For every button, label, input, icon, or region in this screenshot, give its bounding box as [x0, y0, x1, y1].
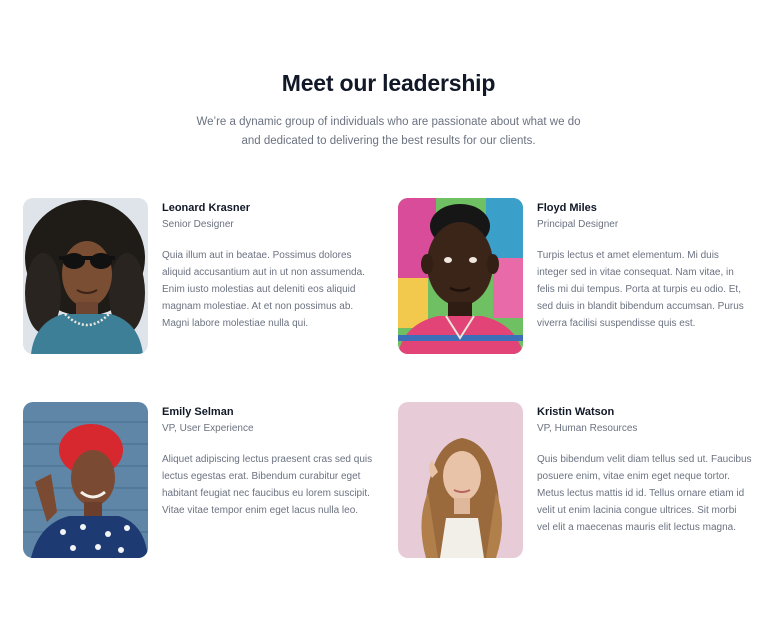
team-member-card: Leonard Krasner Senior Designer Quia ill… — [23, 198, 383, 358]
team-member-info: Emily Selman VP, User Experience Aliquet… — [162, 405, 377, 519]
team-member-name: Kristin Watson — [537, 406, 615, 418]
team-member-name: Leonard Krasner — [162, 202, 251, 214]
team-member-info: Leonard Krasner Senior Designer Quia ill… — [162, 201, 377, 332]
portrait-image — [398, 198, 523, 354]
team-member-photo — [398, 402, 523, 558]
portrait-image — [398, 402, 523, 558]
section-subtitle: We’re a dynamic group of individuals who… — [196, 116, 581, 147]
team-member-bio: Turpis lectus et amet elementum. Mi duis… — [537, 250, 744, 329]
team-member-name: Emily Selman — [162, 406, 234, 418]
team-member-role: Senior Designer — [162, 219, 234, 230]
team-member-role: VP, User Experience — [162, 423, 254, 434]
team-member-photo — [398, 198, 523, 354]
team-member-bio: Quis bibendum velit diam tellus sed ut. … — [537, 454, 752, 533]
team-member-role: Principal Designer — [537, 219, 619, 230]
team-member-card: Kristin Watson VP, Human Resources Quis … — [398, 402, 758, 562]
team-member-info: Kristin Watson VP, Human Resources Quis … — [537, 405, 752, 536]
portrait-image — [23, 402, 148, 558]
team-member-card: Floyd Miles Principal Designer Turpis le… — [398, 198, 758, 358]
team-member-name: Floyd Miles — [537, 202, 597, 214]
team-member-bio: Aliquet adipiscing lectus praesent cras … — [162, 454, 373, 516]
leadership-section: Meet our leadership We’re a dynamic grou… — [0, 0, 777, 632]
team-member-photo — [23, 402, 148, 558]
team-member-card: Emily Selman VP, User Experience Aliquet… — [23, 402, 383, 562]
team-member-info: Floyd Miles Principal Designer Turpis le… — [537, 201, 752, 332]
team-member-photo — [23, 198, 148, 354]
section-title: Meet our leadership — [281, 70, 496, 96]
portrait-image — [23, 198, 148, 354]
team-member-role: VP, Human Resources — [537, 423, 638, 434]
team-member-bio: Quia illum aut in beatae. Possimus dolor… — [162, 250, 365, 329]
